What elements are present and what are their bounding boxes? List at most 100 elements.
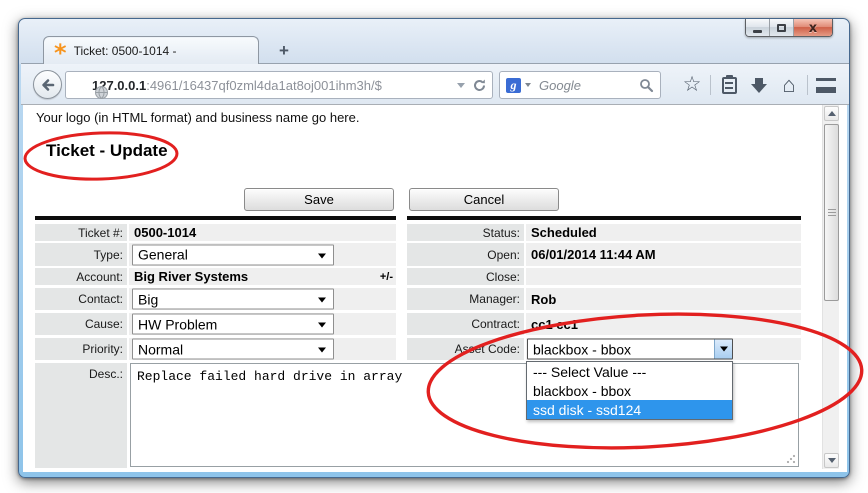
chevron-down-icon	[318, 348, 326, 353]
minimize-icon	[753, 30, 762, 33]
type-select[interactable]: General	[132, 244, 334, 265]
type-row: Type: General	[35, 243, 396, 266]
status-row: Status: Scheduled	[407, 224, 801, 241]
chevron-down-icon	[318, 323, 326, 328]
close-value	[526, 268, 801, 285]
close-icon: x	[809, 22, 817, 35]
field-label: Desc.:	[35, 363, 127, 468]
download-arrow-icon	[751, 84, 767, 93]
globe-icon	[94, 85, 109, 100]
home-icon: ⌂	[782, 75, 795, 95]
type-select-value: General	[138, 247, 188, 263]
bookmarks-clipboard-icon	[722, 77, 737, 94]
dropdown-option-highlighted[interactable]: ssd disk - ssd124	[527, 400, 732, 419]
search-bar[interactable]: g Google	[499, 71, 661, 99]
account-value: Big River Systems +/-	[129, 268, 396, 285]
tab-title: Ticket: 0500-1014 -	[74, 44, 177, 58]
close-row: Close:	[407, 268, 801, 285]
chevron-down-icon	[720, 347, 728, 352]
new-tab-button[interactable]: +	[271, 40, 297, 62]
reload-icon[interactable]	[472, 78, 487, 93]
url-bar[interactable]: 127.0.0.1:4961/16437qf0zml4da1at8oj001ih…	[65, 71, 493, 99]
asset-code-select[interactable]: blackbox - bbox	[527, 339, 733, 360]
contact-select[interactable]: Big	[132, 289, 334, 310]
field-label: Asset Code:	[407, 338, 524, 360]
toolbar-separator	[807, 75, 808, 95]
cause-select[interactable]: HW Problem	[132, 314, 334, 335]
home-button[interactable]: ⌂	[774, 75, 804, 95]
field-label: Contact:	[35, 288, 127, 310]
contact-row: Contact: Big	[35, 288, 396, 310]
logo-placeholder-text: Your logo (in HTML format) and business …	[36, 110, 359, 125]
engine-dropdown-icon[interactable]	[525, 83, 531, 87]
triangle-down-icon	[828, 458, 836, 463]
menu-button[interactable]	[811, 78, 841, 93]
priority-row: Priority: Normal	[35, 338, 396, 360]
account-row: Account: Big River Systems +/-	[35, 268, 396, 285]
contract-row: Contract: cc1 cc1	[407, 313, 801, 335]
bookmarks-menu-button[interactable]	[714, 77, 744, 94]
window-controls: x	[745, 19, 833, 37]
google-engine-icon[interactable]: g	[506, 78, 521, 93]
field-label: Account:	[35, 268, 127, 285]
close-button[interactable]: x	[794, 19, 832, 37]
contact-select-value: Big	[138, 291, 158, 307]
search-placeholder: Google	[535, 78, 635, 93]
ticket-number-value: 0500-1014	[129, 224, 396, 241]
dropdown-option[interactable]: blackbox - bbox	[527, 381, 732, 400]
account-name: Big River Systems	[134, 269, 248, 284]
field-label: Manager:	[407, 288, 524, 310]
browser-window: x * Ticket: 0500-1014 - + 127.0.0.1:4961…	[18, 18, 850, 478]
page-title: Ticket - Update	[46, 141, 168, 161]
asset-code-row: Asset Code: blackbox - bbox	[407, 338, 801, 360]
back-button[interactable]	[33, 70, 62, 99]
scrollbar-grip-icon	[828, 209, 836, 217]
url-history-dropdown-icon[interactable]	[457, 83, 465, 88]
open-row: Open: 06/01/2014 11:44 AM	[407, 243, 801, 266]
priority-select[interactable]: Normal	[132, 339, 334, 360]
asterisk-favicon-icon: *	[54, 46, 67, 60]
asset-code-select-value: blackbox - bbox	[533, 341, 631, 357]
url-text: 127.0.0.1:4961/16437qf0zml4da1at8oj001ih…	[92, 78, 382, 93]
minimize-button[interactable]	[746, 19, 770, 37]
downloads-button[interactable]	[744, 77, 774, 93]
hamburger-icon	[816, 78, 836, 93]
resize-grip-icon[interactable]	[786, 454, 796, 464]
save-button[interactable]: Save	[244, 188, 394, 211]
ticket-number-row: Ticket #: 0500-1014	[35, 224, 396, 241]
cause-row: Cause: HW Problem	[35, 313, 396, 335]
scroll-up-button[interactable]	[824, 106, 839, 121]
field-label: Ticket #:	[35, 224, 127, 241]
cancel-button[interactable]: Cancel	[409, 188, 559, 211]
triangle-up-icon	[828, 111, 836, 116]
bookmark-star-button[interactable]: ☆	[677, 75, 707, 95]
account-plus-minus-toggle[interactable]: +/-	[380, 271, 393, 283]
star-icon: ☆	[683, 75, 702, 95]
field-label: Cause:	[35, 313, 127, 335]
navigation-toolbar: 127.0.0.1:4961/16437qf0zml4da1at8oj001ih…	[21, 63, 849, 105]
toolbar-icon-group: ☆ ⌂	[677, 64, 841, 106]
chevron-down-icon	[318, 253, 326, 258]
manager-value: Rob	[526, 288, 801, 310]
chevron-down-icon	[318, 298, 326, 303]
manager-row: Manager: Rob	[407, 288, 801, 310]
contract-value: cc1 cc1	[526, 313, 801, 335]
scrollbar-thumb[interactable]	[824, 124, 839, 301]
asset-dropdown-button[interactable]	[714, 340, 732, 359]
cause-select-value: HW Problem	[138, 316, 217, 332]
dropdown-option[interactable]: --- Select Value ---	[527, 362, 732, 381]
vertical-scrollbar[interactable]	[822, 105, 839, 469]
priority-select-value: Normal	[138, 341, 183, 357]
url-path: :4961/16437qf0zml4da1at8oj001ihm3h/$	[146, 78, 382, 93]
browser-tab[interactable]: * Ticket: 0500-1014 -	[43, 36, 259, 64]
maximize-icon	[777, 24, 786, 32]
field-label: Type:	[35, 243, 127, 266]
toolbar-separator	[710, 75, 711, 95]
field-label: Status:	[407, 224, 524, 241]
search-magnifier-icon[interactable]	[639, 78, 654, 93]
back-arrow-icon	[40, 77, 56, 93]
field-label: Open:	[407, 243, 524, 266]
field-label: Contract:	[407, 313, 524, 335]
maximize-button[interactable]	[770, 19, 794, 37]
scroll-down-button[interactable]	[824, 453, 839, 468]
